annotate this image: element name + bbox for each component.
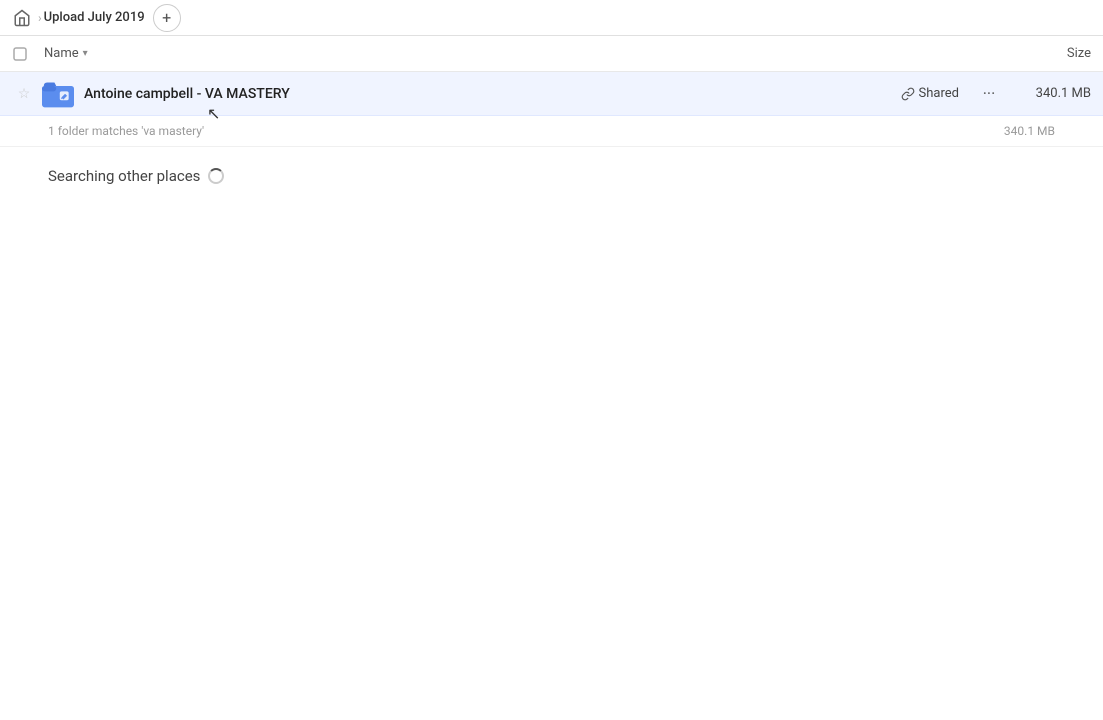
breadcrumb-title: Upload July 2019 <box>44 10 145 25</box>
more-options-button[interactable]: ··· <box>975 80 1003 108</box>
select-all-checkbox[interactable] <box>12 46 36 62</box>
sort-caret: ▾ <box>83 48 88 59</box>
file-name: Antoine campbell - VA MASTERY <box>84 86 901 102</box>
star-icon: ☆ <box>18 86 31 102</box>
size-column-header[interactable]: Size <box>1001 46 1091 61</box>
top-bar: › Upload July 2019 + <box>0 0 1103 36</box>
search-results-info: 1 folder matches 'va mastery' 340.1 MB <box>0 116 1103 147</box>
shared-label: Shared <box>919 86 959 101</box>
file-size: 340.1 MB <box>1011 86 1091 101</box>
matches-text: 1 folder matches 'va mastery' <box>48 124 204 138</box>
searching-other-places: Searching other places <box>0 147 1103 205</box>
home-button[interactable] <box>8 4 36 32</box>
column-header: Name ▾ Size <box>0 36 1103 72</box>
star-button[interactable]: ☆ <box>12 86 36 102</box>
add-button[interactable]: + <box>153 4 181 32</box>
loading-spinner <box>208 168 224 184</box>
total-size: 340.1 MB <box>1004 124 1055 138</box>
searching-label: Searching other places <box>48 167 200 185</box>
name-column-header[interactable]: Name ▾ <box>44 46 1001 61</box>
table-row[interactable]: ☆ Antoine campbell - VA MASTERY Shared ·… <box>0 72 1103 116</box>
shared-badge: Shared <box>901 86 959 101</box>
breadcrumb-separator: › <box>38 11 42 25</box>
folder-icon <box>40 76 76 112</box>
